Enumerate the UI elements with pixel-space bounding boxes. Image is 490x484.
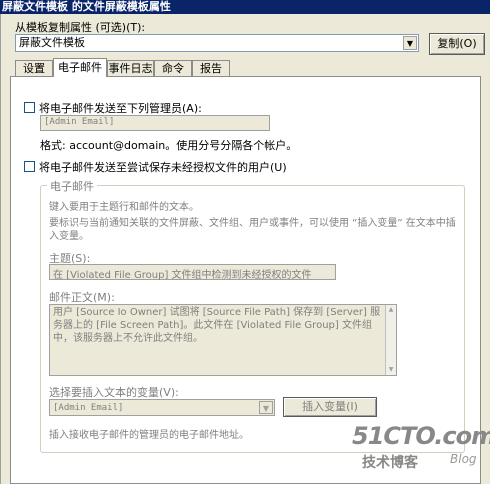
variable-select-value: [Admin Email]	[53, 403, 124, 413]
template-copy-label: 从模板复制属性 (可选)(T):	[15, 21, 146, 34]
tab-command[interactable]: 命令	[154, 60, 192, 76]
tab-event-log[interactable]: 事件日志	[107, 60, 154, 76]
arrow-up-icon[interactable]: ▲	[386, 305, 396, 315]
tab-report[interactable]: 报告	[192, 60, 230, 76]
variable-description: 插入接收电子邮件的管理员的电子邮件地址。	[49, 430, 249, 441]
template-select[interactable]: 屏蔽文件模板 ▼	[15, 34, 419, 52]
watermark-sub: 技术博客	[362, 455, 418, 471]
send-to-admin-checkbox[interactable]	[24, 102, 35, 113]
template-select-value: 屏蔽文件模板	[19, 36, 85, 49]
variable-label: 选择要插入文本的变量(V):	[49, 386, 179, 399]
admin-email-field[interactable]: [Admin Email]	[40, 115, 270, 131]
body-text: 用户 [Source Io Owner] 试图将 [Source File Pa…	[53, 307, 381, 344]
email-message-group-title: 电子邮件	[47, 178, 97, 194]
body-label: 邮件正文(M):	[49, 291, 115, 304]
tab-email[interactable]: 电子邮件	[53, 58, 107, 77]
send-to-user-label: 将电子邮件发送至尝试保存未经授权文件的用户(U)	[39, 161, 287, 174]
email-message-group: 电子邮件 键入要用于主题行和邮件的文本。 要标识与当前通知关联的文件屏蔽、文件组…	[40, 178, 465, 453]
watermark-blog: Blog	[450, 452, 477, 466]
insert-variable-button[interactable]: 插入变量(I)	[283, 397, 377, 417]
send-to-user-checkbox[interactable]	[24, 161, 35, 172]
chevron-down-icon[interactable]: ▼	[259, 401, 273, 414]
group-desc-line-2: 要标识与当前通知关联的文件屏蔽、文件组、用户或事件，可以使用 “插入变量” 在文…	[49, 218, 456, 242]
variable-select[interactable]: [Admin Email] ▼	[49, 399, 275, 416]
format-hint: 格式: account@domain。使用分号分隔各个帐户。	[40, 139, 298, 152]
tab-settings[interactable]: 设置	[15, 60, 53, 76]
body-textarea[interactable]: 用户 [Source Io Owner] 试图将 [Source File Pa…	[49, 304, 397, 376]
chevron-down-icon[interactable]: ▼	[403, 36, 417, 50]
send-to-admin-label: 将电子邮件发送至下列管理员(A):	[39, 102, 202, 115]
window-title: 屏蔽文件模板 的文件屏蔽模板属性	[0, 0, 490, 14]
watermark-logo: 51CTO.com	[352, 422, 490, 450]
body-scrollbar[interactable]: ▲ ▼	[385, 305, 396, 375]
subject-field[interactable]: 在 [Violated File Group] 文件组中检测到未经授权的文件	[49, 264, 336, 281]
copy-button[interactable]: 复制(O)	[429, 33, 485, 55]
arrow-down-icon[interactable]: ▼	[386, 365, 396, 375]
group-desc-line-1: 键入要用于主题行和邮件的文本。	[49, 202, 199, 213]
properties-dialog: 从模板复制属性 (可选)(T): 屏蔽文件模板 ▼ 复制(O) 设置 电子邮件 …	[0, 14, 490, 484]
